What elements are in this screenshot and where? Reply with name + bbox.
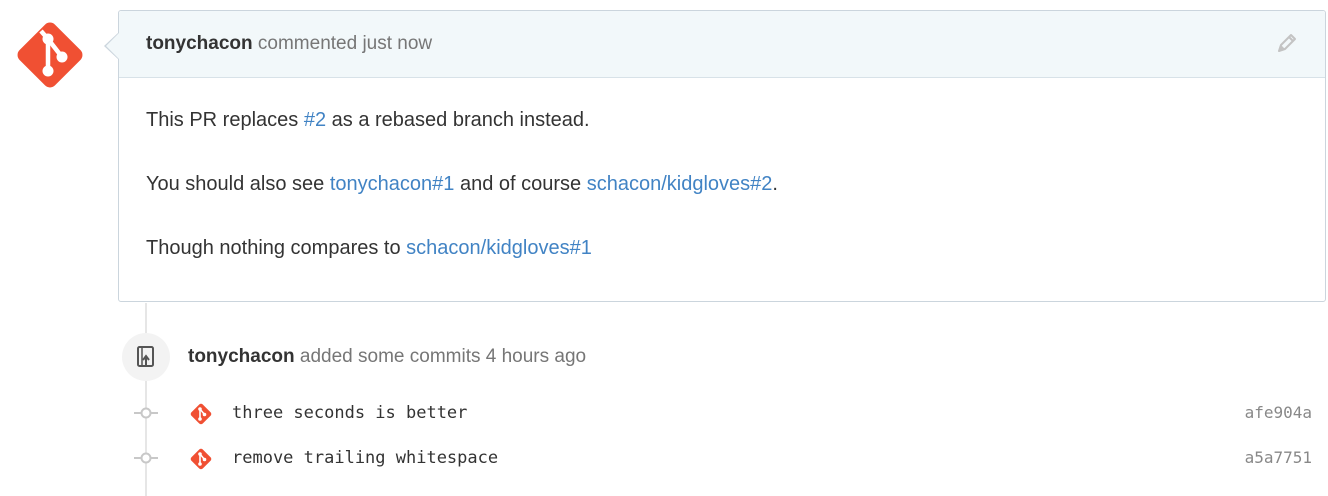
git-logo-icon[interactable] <box>188 401 214 427</box>
commit-node-icon <box>134 452 158 464</box>
comment-line: Though nothing compares to schacon/kidgl… <box>146 237 592 259</box>
event-author[interactable]: tonychacon <box>188 346 295 367</box>
commit-node-icon <box>134 407 158 419</box>
comment-line: You should also see tonychacon#1 and of … <box>146 173 778 195</box>
comment-header: tonychacon commented just now <box>119 11 1325 78</box>
issue-link[interactable]: schacon/kidgloves#1 <box>406 237 592 259</box>
commits-event: tonychacon added some commits 4 hours ag… <box>188 343 586 371</box>
commit-message[interactable]: remove trailing whitespace <box>232 446 498 470</box>
comment-author[interactable]: tonychacon <box>146 33 253 55</box>
pencil-icon[interactable] <box>1273 31 1299 57</box>
event-description: added some commits 4 hours ago <box>299 346 587 367</box>
issue-link[interactable]: #2 <box>304 109 326 131</box>
comment-box: tonychacon commented just now This PR re… <box>118 10 1326 302</box>
issue-link[interactable]: schacon/kidgloves#2 <box>587 173 773 195</box>
comment-pointer-fill <box>106 33 119 59</box>
commit-message[interactable]: three seconds is better <box>232 401 467 425</box>
repo-push-icon <box>122 333 170 381</box>
issue-link[interactable]: tonychacon#1 <box>330 173 455 195</box>
commit-row: three seconds is better afe904a <box>0 398 1328 428</box>
git-logo-icon[interactable] <box>188 446 214 472</box>
comment-body: This PR replaces #2 as a rebased branch … <box>119 78 1325 260</box>
comment-timestamp: commented just now <box>257 33 433 54</box>
author-avatar[interactable] <box>8 13 92 97</box>
commit-sha[interactable]: a5a7751 <box>1245 446 1312 470</box>
commit-sha[interactable]: afe904a <box>1245 401 1312 425</box>
comment-line: This PR replaces #2 as a rebased branch … <box>146 109 590 131</box>
commit-row: remove trailing whitespace a5a7751 <box>0 443 1328 473</box>
git-logo-icon <box>17 22 83 88</box>
